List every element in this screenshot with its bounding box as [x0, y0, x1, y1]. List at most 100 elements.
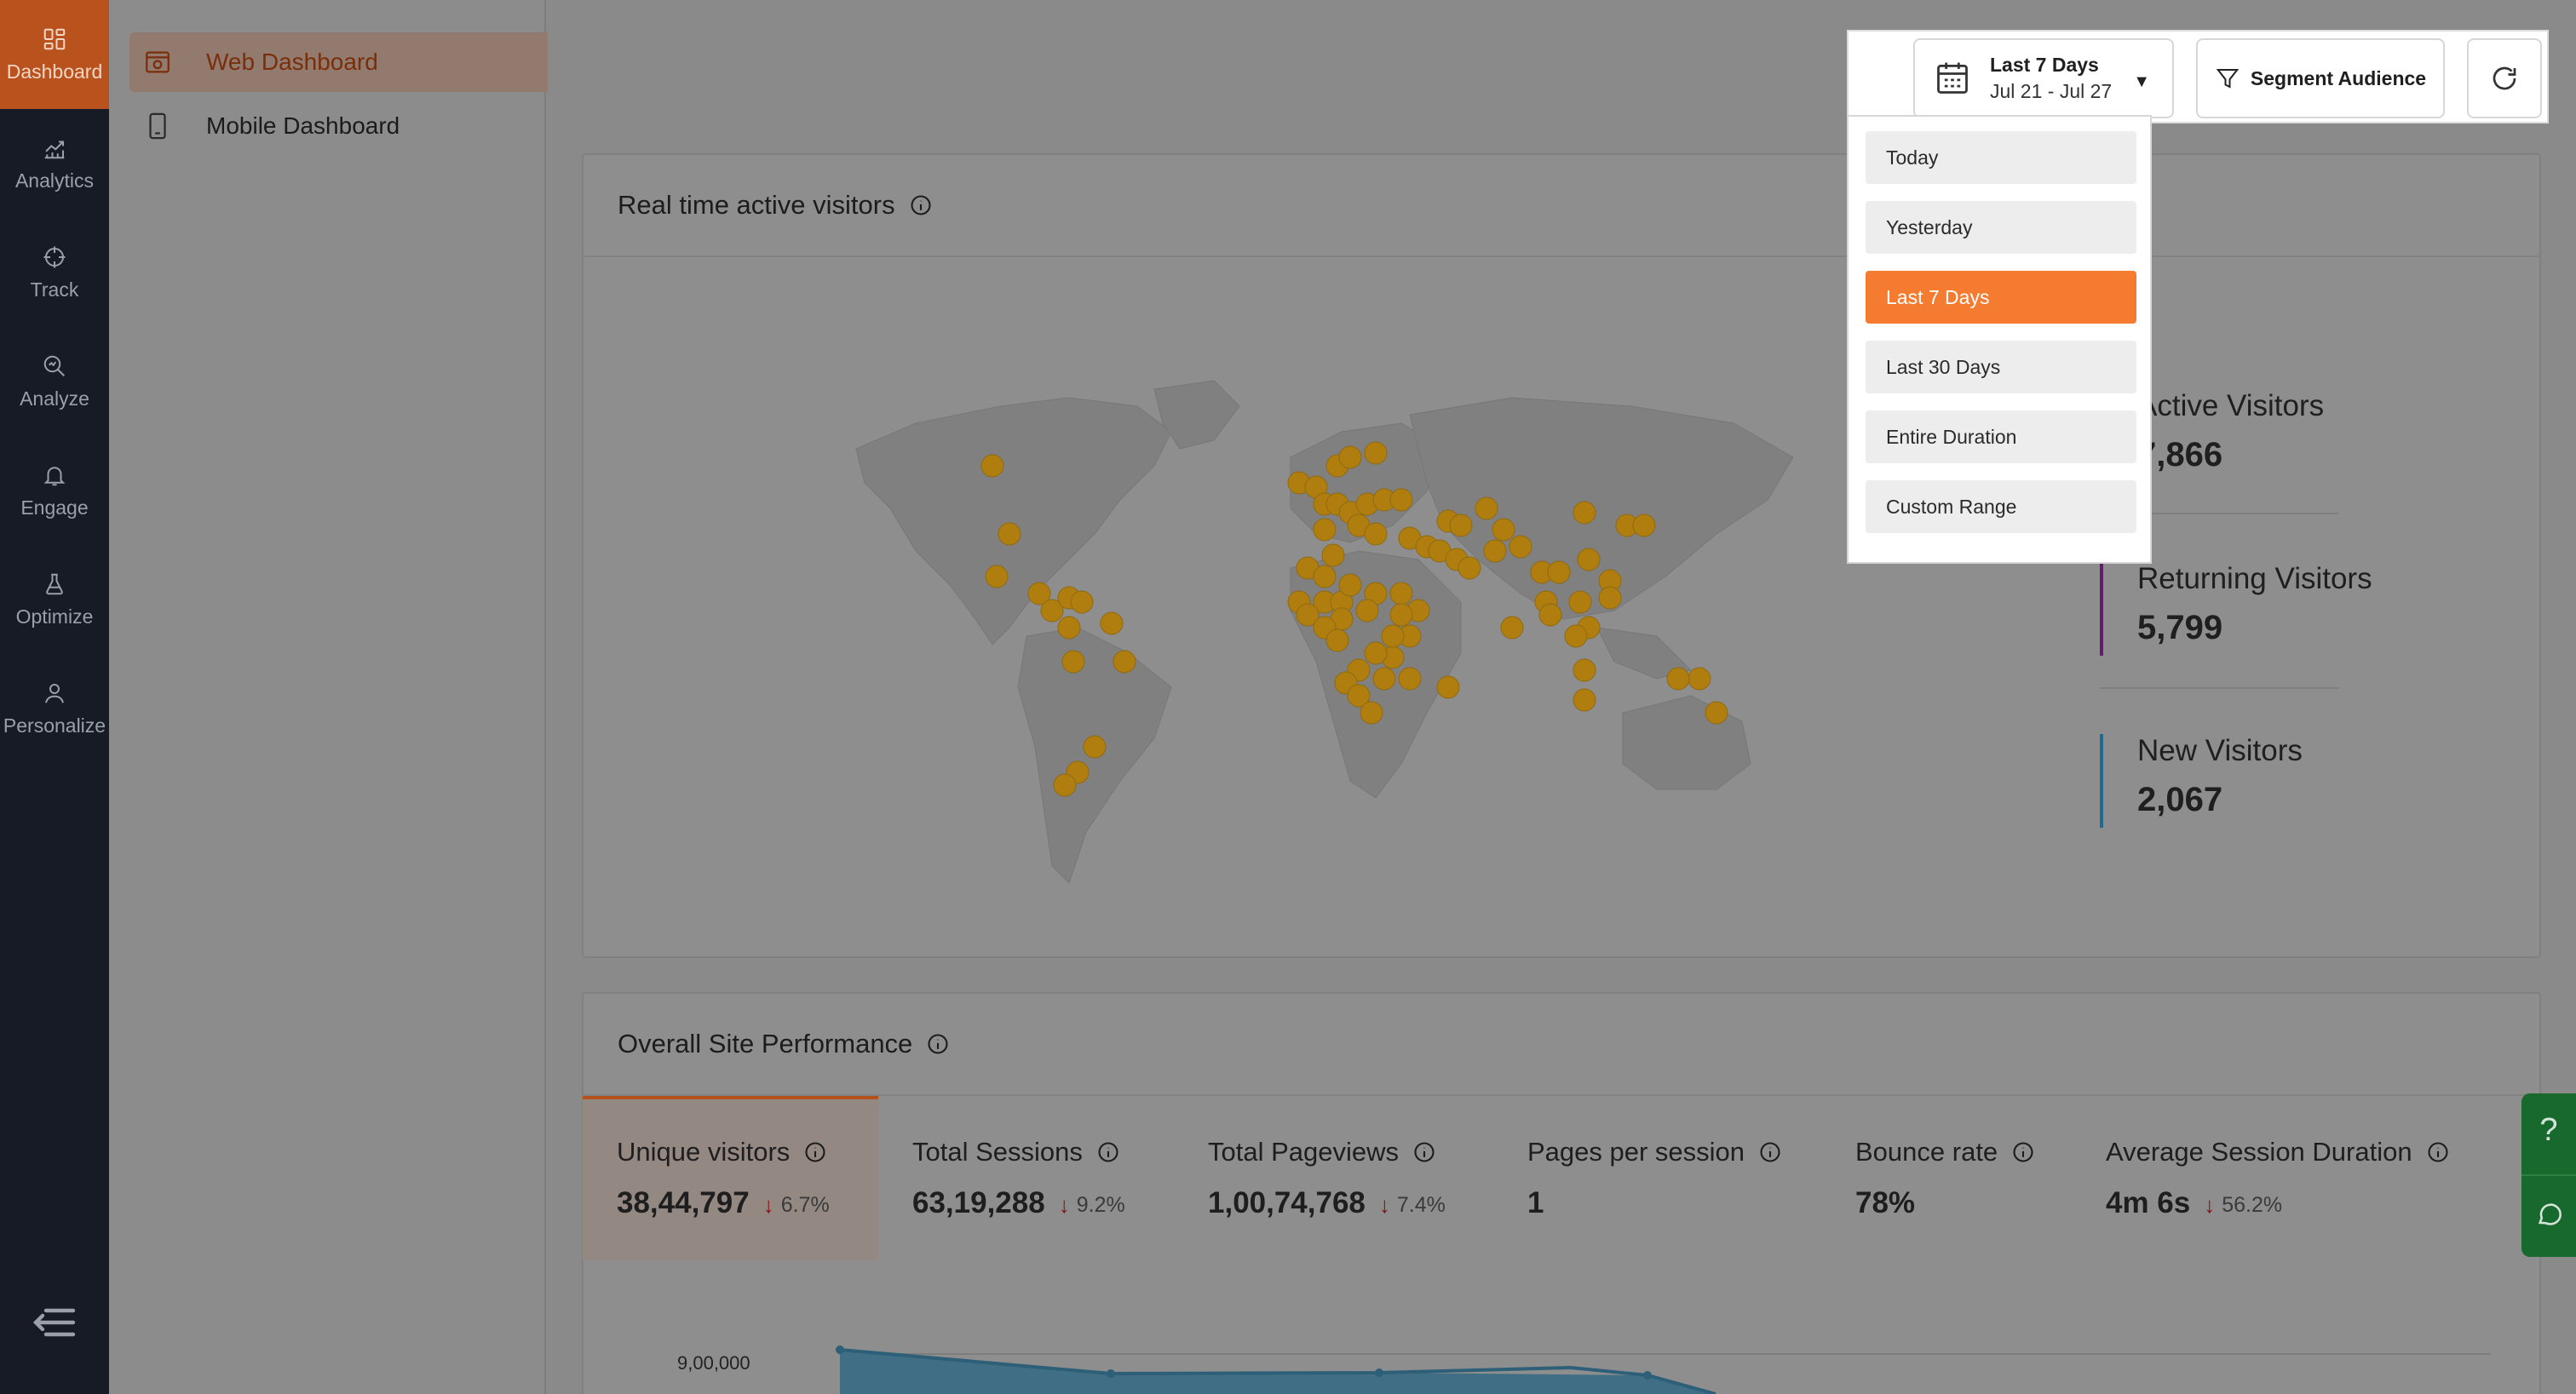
- world-map: [855, 380, 1794, 884]
- visitor-marker[interactable]: [1492, 518, 1515, 542]
- collapse-menu-icon[interactable]: [32, 1303, 77, 1342]
- active-visitors-label: Active Visitors: [2137, 389, 2325, 422]
- visitor-marker[interactable]: [1509, 535, 1532, 559]
- metric-tab-bounce-rate[interactable]: Bounce rate 78%: [1855, 1137, 2035, 1220]
- nav-optimize-label: Optimize: [15, 605, 94, 628]
- help-question-icon[interactable]: ?: [2521, 1112, 2576, 1149]
- visitor-marker[interactable]: [1573, 501, 1596, 525]
- visitor-marker[interactable]: [1449, 513, 1473, 537]
- visitor-marker[interactable]: [1313, 518, 1337, 542]
- date-option-yesterday[interactable]: Yesterday: [1866, 201, 2136, 254]
- visitor-marker[interactable]: [1632, 513, 1656, 537]
- visitor-marker[interactable]: [1381, 624, 1405, 648]
- date-option-last-30-days[interactable]: Last 30 Days: [1866, 341, 2136, 393]
- returning-visitors-label: Returning Visitors: [2137, 562, 2372, 595]
- metric-tab-total-pageviews[interactable]: Total Pageviews 1,00,74,768 ↓ 7.4%: [1208, 1137, 1446, 1220]
- visitor-marker[interactable]: [1364, 441, 1388, 465]
- visitor-marker[interactable]: [1364, 522, 1388, 546]
- visitor-marker[interactable]: [1360, 701, 1383, 725]
- visitor-marker[interactable]: [1475, 496, 1498, 520]
- subnav-mobile-label: Mobile Dashboard: [206, 112, 400, 139]
- nav-dashboard[interactable]: Dashboard: [0, 0, 109, 109]
- visitor-marker[interactable]: [1483, 539, 1507, 563]
- visitor-marker[interactable]: [1436, 675, 1460, 699]
- visitor-marker[interactable]: [1053, 773, 1077, 797]
- visitor-marker[interactable]: [1100, 611, 1124, 635]
- visitor-marker[interactable]: [1389, 488, 1413, 512]
- date-option-last-7-days[interactable]: Last 7 Days: [1866, 271, 2136, 324]
- visitor-marker[interactable]: [1398, 667, 1422, 691]
- visitor-marker[interactable]: [1568, 590, 1592, 614]
- metric-change-value: 56.2%: [2222, 1193, 2283, 1217]
- visitor-marker[interactable]: [1061, 650, 1085, 674]
- nav-analyze-label: Analyze: [20, 387, 89, 410]
- visitor-marker[interactable]: [1321, 543, 1345, 567]
- visitor-marker[interactable]: [1083, 735, 1107, 759]
- nav-analytics[interactable]: Analytics: [0, 109, 109, 218]
- realtime-visitors-card: Real time active visitors Active Visitor…: [582, 153, 2541, 958]
- visitor-marker[interactable]: [1573, 658, 1596, 682]
- visitor-marker[interactable]: [985, 565, 1009, 588]
- nav-track[interactable]: Track: [0, 218, 109, 327]
- visitor-marker[interactable]: [1538, 603, 1562, 627]
- metric-change: ↓ 9.2%: [1059, 1192, 1125, 1219]
- visitor-marker[interactable]: [1372, 667, 1396, 691]
- bell-icon: [43, 466, 66, 485]
- nav-personalize[interactable]: Personalize: [0, 654, 109, 763]
- nav-personalize-label: Personalize: [3, 714, 106, 737]
- info-icon[interactable]: [2011, 1140, 2035, 1164]
- visitor-marker[interactable]: [1338, 573, 1362, 597]
- visitor-marker[interactable]: [980, 454, 1004, 478]
- segment-audience-button[interactable]: Segment Audience: [2196, 38, 2445, 118]
- date-range-button[interactable]: Last 7 Days Jul 21 - Jul 27 ▼: [1913, 38, 2174, 118]
- visitor-marker[interactable]: [1338, 445, 1362, 469]
- visitor-marker[interactable]: [1577, 548, 1601, 571]
- nav-analyze[interactable]: Analyze: [0, 327, 109, 436]
- arrow-down-icon: ↓: [1378, 1192, 1390, 1218]
- metric-tab-unique-visitors[interactable]: Unique visitors 38,44,797 ↓ 6.7%: [617, 1137, 830, 1220]
- visitor-marker[interactable]: [1688, 667, 1711, 691]
- info-icon[interactable]: [909, 193, 933, 217]
- nav-engage[interactable]: Engage: [0, 436, 109, 545]
- nav-analytics-label: Analytics: [14, 169, 95, 192]
- visitor-marker[interactable]: [1364, 641, 1388, 665]
- chat-icon[interactable]: [2535, 1200, 2564, 1229]
- visitor-marker[interactable]: [1666, 667, 1690, 691]
- analytics-icon: [44, 141, 65, 158]
- nav-optimize[interactable]: Optimize: [0, 545, 109, 654]
- info-icon[interactable]: [926, 1032, 950, 1056]
- info-icon[interactable]: [1412, 1140, 1436, 1164]
- refresh-button[interactable]: [2467, 38, 2542, 118]
- metric-change: ↓ 6.7%: [763, 1192, 830, 1219]
- visitor-marker[interactable]: [1564, 624, 1588, 648]
- visitor-marker[interactable]: [1325, 628, 1349, 652]
- visitor-marker[interactable]: [1389, 603, 1413, 627]
- visitor-marker[interactable]: [1705, 701, 1728, 725]
- user-icon: [45, 683, 64, 703]
- info-icon[interactable]: [1096, 1140, 1120, 1164]
- metric-tab-total-sessions[interactable]: Total Sessions 63,19,288 ↓ 9.2%: [912, 1137, 1125, 1220]
- date-option-entire-duration[interactable]: Entire Duration: [1866, 410, 2136, 463]
- trend-point: [1375, 1368, 1383, 1377]
- visitor-marker[interactable]: [1573, 688, 1596, 712]
- visitor-marker[interactable]: [998, 522, 1021, 546]
- visitor-marker[interactable]: [1355, 599, 1379, 622]
- visitor-marker[interactable]: [1547, 560, 1571, 584]
- visitor-marker[interactable]: [1113, 650, 1136, 674]
- date-option-today[interactable]: Today: [1866, 131, 2136, 184]
- visitor-marker[interactable]: [1500, 616, 1524, 640]
- visitor-marker[interactable]: [1313, 565, 1337, 588]
- date-option-custom-range[interactable]: Custom Range: [1866, 480, 2136, 533]
- arrow-down-icon: ↓: [762, 1192, 774, 1218]
- info-icon[interactable]: [1758, 1140, 1782, 1164]
- visitor-marker[interactable]: [1598, 586, 1622, 610]
- visitor-marker[interactable]: [1070, 590, 1094, 614]
- visitor-marker[interactable]: [1389, 582, 1413, 605]
- info-icon[interactable]: [803, 1140, 827, 1164]
- info-icon[interactable]: [2426, 1140, 2450, 1164]
- visitor-marker[interactable]: [1057, 616, 1081, 640]
- dashboard-toolbar: Last 7 Days Jul 21 - Jul 27 ▼ Segment Au…: [1847, 30, 2549, 123]
- metric-tab-avg-session-duration[interactable]: Average Session Duration 4m 6s ↓ 56.2%: [2106, 1137, 2450, 1220]
- metric-tab-pages-per-session[interactable]: Pages per session 1: [1527, 1137, 1782, 1220]
- visitor-marker[interactable]: [1458, 556, 1481, 580]
